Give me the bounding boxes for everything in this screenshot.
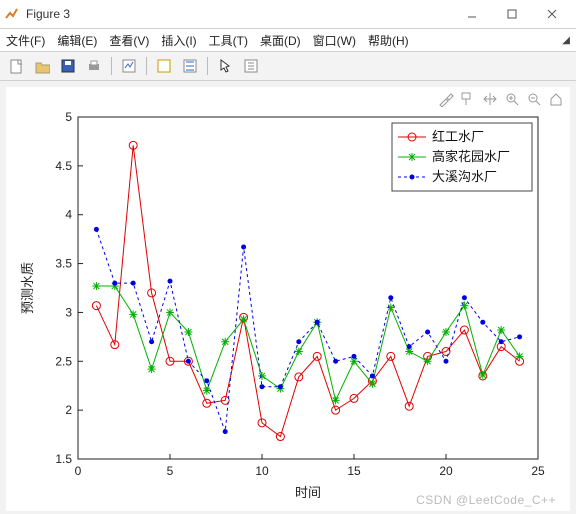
cursor-icon[interactable] [213, 54, 237, 78]
y-tick-label: 3.5 [55, 257, 72, 271]
close-button[interactable] [532, 2, 572, 26]
colorbar-icon[interactable] [239, 54, 263, 78]
x-tick-label: 10 [255, 464, 269, 478]
menu-tools[interactable]: 工具(T) [209, 32, 248, 49]
x-tick-label: 25 [531, 464, 545, 478]
y-tick-label: 3 [65, 305, 72, 319]
save-icon[interactable] [56, 54, 80, 78]
inspect-icon[interactable] [178, 54, 202, 78]
menu-insert[interactable]: 插入(I) [161, 32, 196, 49]
menu-overflow-icon[interactable]: ◢ [562, 35, 570, 46]
x-tick-label: 5 [167, 464, 174, 478]
new-icon[interactable] [4, 54, 28, 78]
legend-entry: 高家花园水厂 [432, 149, 510, 164]
menu-desktop[interactable]: 桌面(D) [260, 32, 301, 49]
figure-area: 0 5 10 15 20 25 1.5 2 2.5 3 3.5 4 4.5 5 时间 预测水质 红工水厂高家花园… [0, 81, 576, 514]
legend-entry: 红工水厂 [432, 129, 484, 144]
title-bar: Figure 3 [0, 0, 576, 29]
menu-view[interactable]: 查看(V) [109, 32, 149, 49]
home-icon[interactable] [548, 91, 564, 107]
x-tick-label: 20 [439, 464, 453, 478]
y-tick-label: 2 [65, 403, 72, 417]
window-title: Figure 3 [26, 7, 70, 21]
y-tick-label: 4 [65, 208, 72, 222]
menu-file[interactable]: 文件(F) [6, 32, 45, 49]
matlab-icon [4, 6, 20, 22]
figure-panel: 0 5 10 15 20 25 1.5 2 2.5 3 3.5 4 4.5 5 时间 预测水质 红工水厂高家花园… [6, 87, 570, 511]
print-icon[interactable] [82, 54, 106, 78]
pan-icon[interactable] [482, 91, 498, 107]
y-tick-label: 1.5 [55, 452, 72, 466]
axes[interactable]: 0 5 10 15 20 25 1.5 2 2.5 3 3.5 4 4.5 5 时间 预测水质 红工水厂高家花园… [6, 87, 570, 507]
edit-plot-icon[interactable] [117, 54, 141, 78]
maximize-button[interactable] [492, 2, 532, 26]
x-tick-label: 15 [347, 464, 361, 478]
axes-toolbar [438, 91, 564, 107]
y-tick-label: 2.5 [55, 354, 72, 368]
y-tick-label: 5 [65, 110, 72, 124]
menu-help[interactable]: 帮助(H) [368, 32, 409, 49]
x-axis-label: 时间 [295, 485, 321, 500]
brush-icon[interactable] [438, 91, 454, 107]
datatip-icon[interactable] [460, 91, 476, 107]
x-tick-label: 0 [75, 464, 82, 478]
legend-entry: 大溪沟水厂 [432, 169, 497, 184]
menu-edit[interactable]: 编辑(E) [57, 32, 97, 49]
y-axis-label: 预测水质 [20, 262, 35, 314]
menu-window[interactable]: 窗口(W) [313, 32, 356, 49]
y-tick-label: 4.5 [55, 159, 72, 173]
minimize-button[interactable] [452, 2, 492, 26]
zoom-in-icon[interactable] [504, 91, 520, 107]
zoom-out-icon[interactable] [526, 91, 542, 107]
toolbar [0, 52, 576, 81]
menu-bar: 文件(F) 编辑(E) 查看(V) 插入(I) 工具(T) 桌面(D) 窗口(W) 帮助(H)… [0, 29, 576, 52]
link-icon[interactable] [152, 54, 176, 78]
open-icon[interactable] [30, 54, 54, 78]
